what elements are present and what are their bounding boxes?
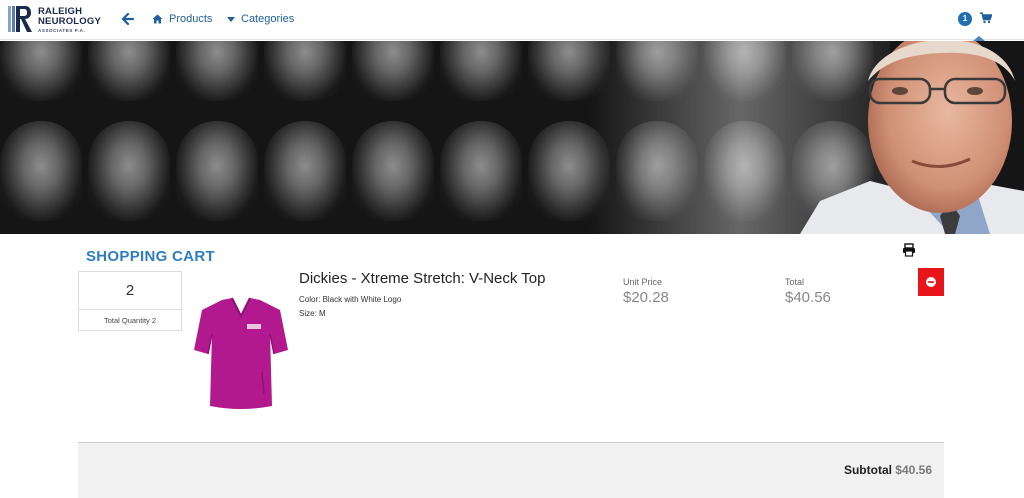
nav-categories-label: Categories	[241, 13, 295, 25]
nav-products-label: Products	[169, 13, 213, 25]
product-size: Size: M	[299, 309, 326, 318]
product-name[interactable]: Dickies - Xtreme Stretch: V-Neck Top	[299, 270, 545, 287]
hero-banner	[0, 41, 1024, 234]
nav-categories-dropdown[interactable]: Categories	[227, 11, 294, 27]
line-total-value: $40.56	[785, 289, 831, 306]
doctor-photo	[800, 41, 1024, 234]
minus-circle-icon	[926, 277, 936, 287]
subtotal-bar: Subtotal $40.56	[78, 443, 944, 498]
brand-name-line3: ASSOCIATES P.A.	[38, 28, 86, 33]
total-quantity-label: Total Quantity 2	[103, 316, 157, 325]
unit-price-label: Unit Price	[623, 277, 663, 287]
subtotal: Subtotal $40.56	[844, 463, 932, 477]
total-quantity-value: 2	[79, 272, 181, 310]
brand-logo[interactable]: RALEIGH NEUROLOGY ASSOCIATES P.A.	[8, 6, 108, 34]
unit-price-value: $20.28	[623, 289, 669, 306]
print-icon[interactable]	[902, 243, 916, 257]
top-navbar: RALEIGH NEUROLOGY ASSOCIATES P.A. Produc…	[0, 0, 1024, 41]
logo-r-icon	[8, 6, 32, 32]
brand-name: RALEIGH NEUROLOGY ASSOCIATES P.A.	[38, 7, 101, 34]
line-total-label: Total	[785, 277, 805, 287]
subtotal-value: $40.56	[895, 463, 932, 477]
back-arrow-icon[interactable]	[121, 12, 135, 26]
product-color: Color: Black with White Logo	[299, 295, 402, 304]
caret-down-icon	[227, 16, 235, 22]
nav-products-link[interactable]: Products	[152, 11, 212, 27]
home-icon	[152, 14, 163, 24]
cart-icon[interactable]	[980, 12, 992, 24]
brand-name-line2: NEUROLOGY	[38, 16, 102, 27]
subtotal-label: Subtotal	[843, 463, 892, 477]
page-title: SHOPPING CART	[86, 248, 215, 265]
total-quantity-box: 2 Total Quantity 2	[78, 271, 182, 331]
cart-count-badge[interactable]: 1	[958, 12, 972, 26]
remove-item-button[interactable]	[918, 268, 944, 296]
product-image[interactable]	[192, 294, 290, 410]
